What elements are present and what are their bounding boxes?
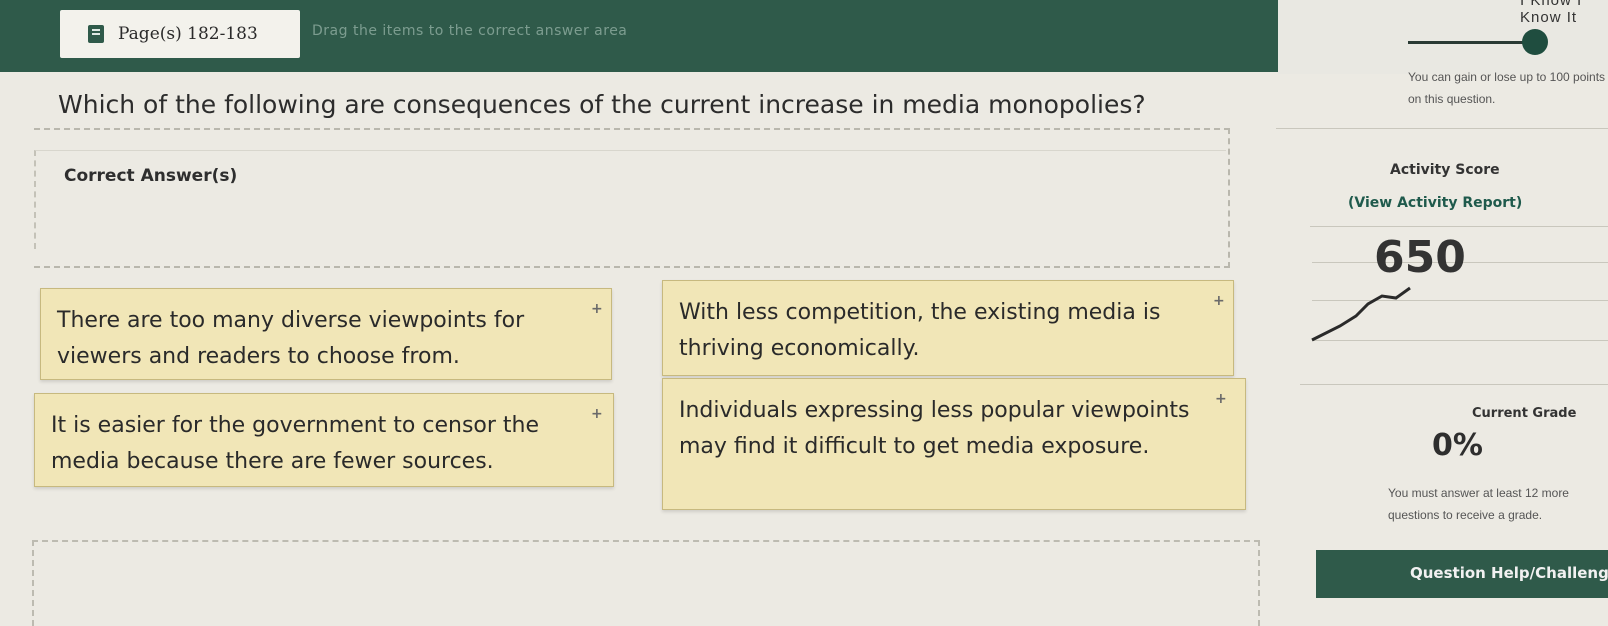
activity-score-label: Activity Score [1390,162,1500,178]
know-it-label: I Know I Know It [1520,0,1583,26]
plus-icon: + [1213,293,1225,309]
activity-report-link[interactable]: (View Activity Report) [1348,195,1522,211]
activity-score-value: 650 [1374,232,1466,283]
page-reference-tab[interactable]: Page(s) 182-183 [60,10,300,58]
instruction-text: Drag the items to the correct answer are… [312,23,628,39]
sidebar-divider [1300,384,1608,385]
plus-icon: + [591,301,603,317]
sidebar-divider [1276,128,1608,129]
correct-answer-drop-zone[interactable]: Correct Answer(s) [34,128,1230,268]
points-note: You can gain or lose up to 100 points on… [1408,70,1606,106]
answer-option-text: With less competition, the existing medi… [679,300,1161,361]
plus-icon: + [1215,391,1227,407]
question-text: Which of the following are consequences … [58,90,1146,119]
options-drop-zone[interactable] [32,540,1260,626]
answer-option-1[interactable]: + There are too many diverse viewpoints … [40,288,612,380]
current-grade-label: Current Grade [1472,406,1577,421]
correct-answers-label: Correct Answer(s) [64,166,238,186]
sidebar-divider [1310,226,1608,227]
page-reference-label: Page(s) 182-183 [118,24,258,44]
confidence-slider-track[interactable] [1408,41,1538,44]
current-grade-value: 0% [1432,428,1483,463]
answer-option-text: There are too many diverse viewpoints fo… [57,308,525,369]
answer-option-text: Individuals expressing less popular view… [679,398,1190,459]
plus-icon: + [591,406,603,422]
grade-requirement-note: You must answer at least 12 more questio… [1388,486,1569,522]
answer-option-3[interactable]: + It is easier for the government to cen… [34,393,614,487]
drop-zone-inner [34,150,1226,249]
question-help-label[interactable]: Question Help/Challenge [1410,564,1608,582]
answer-option-text: It is easier for the government to censo… [51,413,540,474]
answer-option-4[interactable]: + Individuals expressing less popular vi… [662,378,1246,510]
answer-option-2[interactable]: + With less competition, the existing me… [662,280,1234,376]
confidence-slider-knob[interactable] [1522,29,1548,55]
score-trend-graph [1311,286,1411,342]
book-icon [88,25,104,43]
